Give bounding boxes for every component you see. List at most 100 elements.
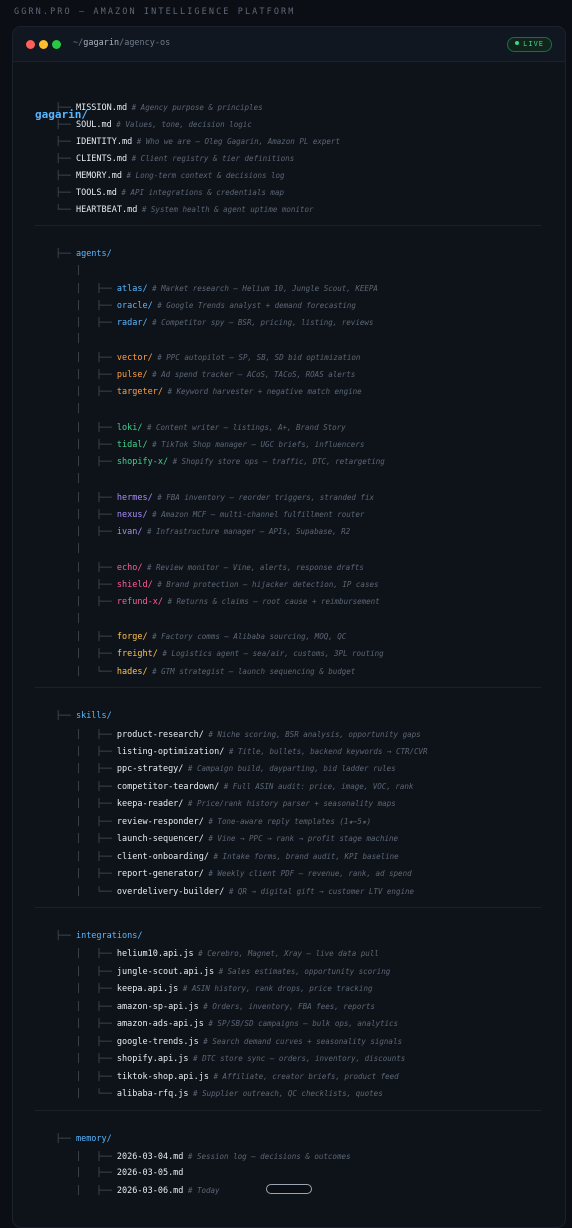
file-name[interactable]: alibaba-rfq.js bbox=[117, 1089, 189, 1099]
folder-name[interactable]: agents/ bbox=[76, 249, 112, 259]
folder-name[interactable]: pulse/ bbox=[117, 370, 148, 380]
file-name[interactable]: TOOLS.md bbox=[76, 188, 117, 198]
tree-row[interactable]: │ ├── oracle/ # Google Trends analyst + … bbox=[35, 297, 356, 314]
tree-row[interactable]: │ ├── shopify-x/ # Shopify store ops — t… bbox=[35, 453, 385, 470]
tree-row[interactable]: │ ├── client-onboarding/ # Intake forms,… bbox=[35, 848, 399, 865]
tree-row[interactable]: │ ├── keepa.api.js # ASIN history, rank … bbox=[35, 980, 373, 997]
tree-row[interactable]: ├── memory/ bbox=[35, 1131, 112, 1148]
file-name[interactable]: tiktok-shop.api.js bbox=[117, 1072, 209, 1082]
file-name[interactable]: keepa.api.js bbox=[117, 984, 178, 994]
folder-name[interactable]: oracle/ bbox=[117, 301, 153, 311]
tree-row[interactable]: │ ├── refund-x/ # Returns & claims — roo… bbox=[35, 593, 380, 610]
tree-row[interactable]: │ ├── launch-sequencer/ # Vine → PPC → r… bbox=[35, 830, 398, 847]
folder-name[interactable]: skills/ bbox=[76, 711, 112, 721]
tree-row[interactable]: │ ├── google-trends.js # Search demand c… bbox=[35, 1033, 402, 1050]
file-name[interactable]: CLIENTS.md bbox=[76, 154, 127, 164]
tree-row[interactable]: │ └── alibaba-rfq.js # Supplier outreach… bbox=[35, 1085, 383, 1102]
tree-row[interactable]: │ └── overdelivery-builder/ # QR → digit… bbox=[35, 883, 414, 900]
folder-name[interactable]: loki/ bbox=[117, 423, 143, 433]
folder-name[interactable]: report-generator/ bbox=[117, 869, 204, 879]
file-name[interactable]: 2026-03-06.md bbox=[117, 1186, 184, 1196]
file-name[interactable]: 2026-03-05.md bbox=[117, 1168, 184, 1178]
tree-row[interactable]: ├── integrations/ bbox=[35, 928, 142, 945]
tree-row[interactable]: │ ├── pulse/ # Ad spend tracker — ACoS, … bbox=[35, 366, 355, 383]
tree-row[interactable]: │ ├── product-research/ # Niche scoring,… bbox=[35, 726, 421, 743]
folder-name[interactable]: keepa-reader/ bbox=[117, 799, 184, 809]
tree-row[interactable]: │ ├── 2026-03-04.md # Session log — deci… bbox=[35, 1148, 351, 1165]
file-name[interactable]: amazon-sp-api.js bbox=[117, 1002, 199, 1012]
minimize-window-button[interactable] bbox=[39, 40, 48, 49]
folder-name[interactable]: tidal/ bbox=[117, 440, 148, 450]
folder-name[interactable]: integrations/ bbox=[76, 931, 143, 941]
tree-row[interactable]: │ ├── loki/ # Content writer — listings,… bbox=[35, 419, 346, 436]
tree-row[interactable]: │ ├── freight/ # Logistics agent — sea/a… bbox=[35, 645, 384, 662]
tree-row[interactable]: │ ├── targeter/ # Keyword harvester + ne… bbox=[35, 383, 362, 400]
folder-name[interactable]: shopify-x/ bbox=[117, 457, 168, 467]
tree-row[interactable]: │ ├── amazon-sp-api.js # Orders, invento… bbox=[35, 998, 375, 1015]
folder-name[interactable]: freight/ bbox=[117, 649, 158, 659]
file-name[interactable]: jungle-scout.api.js bbox=[117, 967, 214, 977]
folder-name[interactable]: radar/ bbox=[117, 318, 148, 328]
folder-name[interactable]: refund-x/ bbox=[117, 597, 163, 607]
tree-row[interactable]: │ ├── ppc-strategy/ # Campaign build, da… bbox=[35, 760, 396, 777]
file-name[interactable]: IDENTITY.md bbox=[76, 137, 132, 147]
tree-row[interactable]: │ ├── report-generator/ # Weekly client … bbox=[35, 865, 412, 882]
tree-row[interactable]: │ ├── keepa-reader/ # Price/rank history… bbox=[35, 795, 396, 812]
file-name[interactable]: MEMORY.md bbox=[76, 171, 122, 181]
tree-row[interactable]: │ ├── tidal/ # TikTok Shop manager — UGC… bbox=[35, 436, 364, 453]
tree-row[interactable]: └── HEARTBEAT.md # System health & agent… bbox=[35, 201, 313, 218]
file-name[interactable]: helium10.api.js bbox=[117, 949, 194, 959]
tree-row[interactable]: │ ├── echo/ # Review monitor — Vine, ale… bbox=[35, 559, 364, 576]
tree-row[interactable]: │ ├── ivan/ # Infrastructure manager — A… bbox=[35, 523, 350, 540]
tree-row[interactable]: │ └── hades/ # GTM strategist — launch s… bbox=[35, 663, 355, 680]
folder-name[interactable]: targeter/ bbox=[117, 387, 163, 397]
folder-name[interactable]: hades/ bbox=[117, 667, 148, 677]
tree-row[interactable]: ├── skills/ bbox=[35, 708, 112, 725]
folder-name[interactable]: ivan/ bbox=[117, 527, 143, 537]
tree-row[interactable]: ├── SOUL.md # Values, tone, decision log… bbox=[35, 116, 251, 133]
tree-row[interactable]: ├── IDENTITY.md # Who we are — Oleg Gaga… bbox=[35, 133, 340, 150]
folder-name[interactable]: atlas/ bbox=[117, 284, 148, 294]
tree-row[interactable]: │ ├── vector/ # PPC autopilot — SP, SB, … bbox=[35, 349, 361, 366]
tree-row[interactable]: │ ├── shield/ # Brand protection — hijac… bbox=[35, 576, 379, 593]
folder-name[interactable]: ppc-strategy/ bbox=[117, 764, 184, 774]
maximize-window-button[interactable] bbox=[52, 40, 61, 49]
tree-row[interactable]: │ ├── listing-optimization/ # Title, bul… bbox=[35, 743, 428, 760]
file-name[interactable]: SOUL.md bbox=[76, 120, 112, 130]
tree-row[interactable]: │ ├── hermes/ # FBA inventory — reorder … bbox=[35, 489, 374, 506]
tree-row[interactable]: │ ├── 2026-03-05.md bbox=[35, 1165, 183, 1182]
folder-name[interactable]: competitor-teardown/ bbox=[117, 782, 219, 792]
tree-row[interactable]: │ ├── competitor-teardown/ # Full ASIN a… bbox=[35, 778, 413, 795]
tree-row[interactable]: │ ├── shopify.api.js # DTC store sync — … bbox=[35, 1050, 405, 1067]
folder-name[interactable]: launch-sequencer/ bbox=[117, 834, 204, 844]
file-name[interactable]: amazon-ads-api.js bbox=[117, 1019, 204, 1029]
tree-row[interactable]: │ ├── jungle-scout.api.js # Sales estima… bbox=[35, 963, 390, 980]
folder-name[interactable]: vector/ bbox=[117, 353, 153, 363]
file-name[interactable]: google-trends.js bbox=[117, 1037, 199, 1047]
close-window-button[interactable] bbox=[26, 40, 35, 49]
folder-name[interactable]: product-research/ bbox=[117, 730, 204, 740]
tree-row[interactable]: │ ├── radar/ # Competitor spy — BSR, pri… bbox=[35, 314, 373, 331]
tree-row[interactable]: ├── agents/ bbox=[35, 246, 112, 263]
folder-name[interactable]: memory/ bbox=[76, 1134, 112, 1144]
tree-row[interactable]: ├── MEMORY.md # Long-term context & deci… bbox=[35, 167, 284, 184]
folder-name[interactable]: nexus/ bbox=[117, 510, 148, 520]
tree-row[interactable]: │ ├── helium10.api.js # Cerebro, Magnet,… bbox=[35, 945, 379, 962]
tree-row[interactable]: │ ├── amazon-ads-api.js # SP/SB/SD campa… bbox=[35, 1015, 398, 1032]
folder-name[interactable]: review-responder/ bbox=[117, 817, 204, 827]
folder-name[interactable]: forge/ bbox=[117, 632, 148, 642]
file-name[interactable]: shopify.api.js bbox=[117, 1054, 189, 1064]
tree-row[interactable]: ├── MISSION.md # Agency purpose & princi… bbox=[35, 99, 262, 116]
tree-row[interactable]: │ ├── review-responder/ # Tone-aware rep… bbox=[35, 813, 371, 830]
tree-row[interactable]: │ ├── 2026-03-06.md # Today bbox=[35, 1182, 220, 1199]
tree-row[interactable]: │ ├── nexus/ # Amazon MCF — multi-channe… bbox=[35, 506, 364, 523]
tree-row[interactable]: ├── TOOLS.md # API integrations & creden… bbox=[35, 184, 284, 201]
folder-name[interactable]: echo/ bbox=[117, 563, 143, 573]
folder-name[interactable]: client-onboarding/ bbox=[117, 852, 209, 862]
tree-row[interactable]: │ ├── tiktok-shop.api.js # Affiliate, cr… bbox=[35, 1068, 399, 1085]
file-name[interactable]: 2026-03-04.md bbox=[117, 1152, 184, 1162]
home-indicator[interactable] bbox=[266, 1184, 312, 1194]
file-name[interactable]: MISSION.md bbox=[76, 103, 127, 113]
tree-row[interactable]: │ ├── atlas/ # Market research — Helium … bbox=[35, 280, 378, 297]
tree-row[interactable]: │ ├── forge/ # Factory comms — Alibaba s… bbox=[35, 628, 346, 645]
